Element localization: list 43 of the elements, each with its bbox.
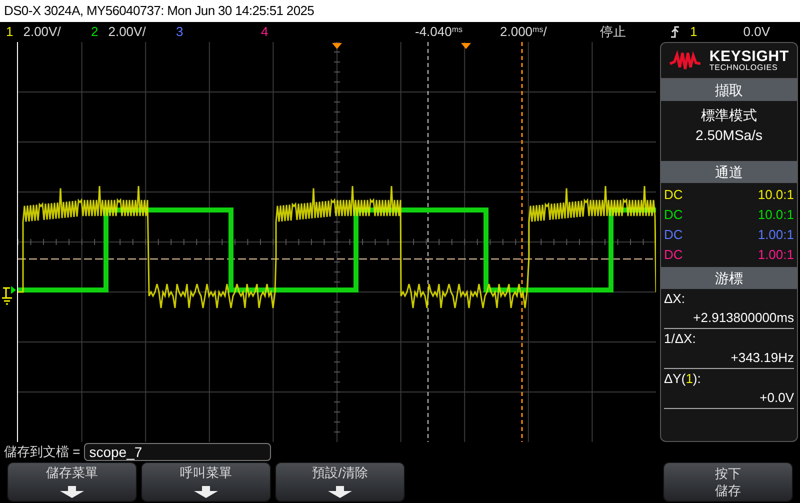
softkey-button[interactable]: 預設/清除 [275,462,405,502]
window-title: DS0-X 3024A, MY56040737: Mon Jun 30 14:25:51 2025 [4,2,314,20]
probe-ratio: 1.00:1 [758,226,794,244]
sample-rate: 2.50MSa/s [696,126,762,145]
trigger-source: 1 [690,23,698,42]
section-header: 游標 [661,267,797,289]
time-reference-marker-icon [332,43,342,49]
channel-coupling: DC [664,206,683,224]
file-name-label: 儲存到文檔 = [4,443,80,462]
rising-edge-icon [670,26,680,38]
trigger-level: 0.0V [743,23,771,42]
file-name-field[interactable]: scope_7 [84,443,272,461]
logo-subtitle: TECHNOLOGIES [709,64,779,72]
cursor-label: ΔY(1): [664,370,702,388]
wave-logo-icon [669,50,702,72]
softkey-button[interactable]: 呼叫菜單 [141,462,271,502]
softkey-button[interactable]: 儲存菜單 [7,462,137,502]
trigger-position-marker-icon [461,43,471,49]
cursor-value: +2.913800000ms [692,309,794,327]
channel-number[interactable]: 1 [6,22,14,42]
channel-scale: 2.00V/ [108,23,146,42]
channel-scale: 2.00V/ [23,23,61,42]
channel-number[interactable]: 3 [176,22,184,42]
acquisition-mode: 標準模式 [701,106,757,125]
channel-number[interactable]: 2 [91,22,98,42]
section-header: 擷取 [661,79,797,101]
section-header: 通道 [661,161,797,183]
channel-coupling: DC [664,186,683,204]
probe-ratio: 10.0:1 [758,186,794,204]
cursor-value: +0.0V [758,389,794,407]
save-button[interactable]: 按下 儲存 [663,462,793,502]
time-delay: -4.040$^{ms}$ [415,23,464,42]
logo-name: KEYSIGHT [709,49,789,64]
channel-coupling: DC [664,246,683,264]
probe-ratio: 10.0:1 [758,206,794,224]
run-state: 停止 [600,23,627,42]
cursor-label: 1/ΔX: [664,330,697,348]
cursor-value: +343.19Hz [730,349,794,367]
time-scale: 2.000$^{ms}$/ [500,23,548,42]
channel-number[interactable]: 4 [261,22,268,42]
cursor-label: ΔX: [664,290,686,308]
probe-ratio: 1.00:1 [758,246,794,264]
channel-coupling: DC [664,226,683,244]
